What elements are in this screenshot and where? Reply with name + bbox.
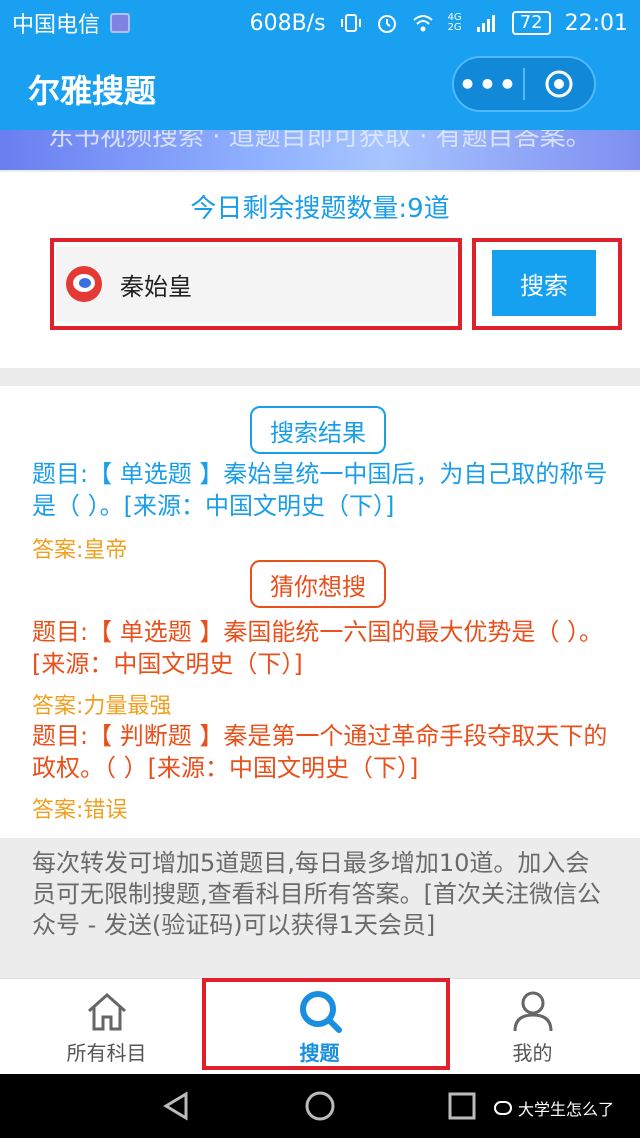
search-button[interactable]: 搜索 <box>492 250 596 316</box>
tab-label: 所有科目 <box>66 1041 147 1065</box>
carrier-label: 中国电信 <box>12 13 101 38</box>
signal-icon <box>476 15 495 32</box>
tab-search-highlight <box>202 978 450 1070</box>
tab-label: 我的 <box>512 1041 553 1065</box>
home-icon <box>87 992 126 1031</box>
remaining-count: 今日剩余搜题数量:9道 <box>190 194 450 224</box>
vibrate-icon <box>340 14 361 32</box>
status-bar: 中国电信 608B/s 4G 2G 72 22:01 <box>0 0 640 46</box>
alarm-icon <box>377 15 396 33</box>
user-icon <box>513 991 552 1032</box>
share-info-text: 每次转发可增加5道题目,每日最多增加10道。加入会员可无限制搜题,查看科目所有答… <box>32 849 601 939</box>
more-button[interactable]: ••• <box>454 68 523 101</box>
result-question[interactable]: 题目:【 单选题 】秦始皇统一中国后，为自己取的称号是（ ）。[来源：中国文明史… <box>32 458 612 522</box>
app-title: 尔雅搜题 <box>28 72 157 110</box>
clock: 22:01 <box>564 10 628 36</box>
watermark: 大学生怎么了 <box>494 1096 614 1120</box>
search-results-label: 搜索结果 <box>250 406 386 454</box>
battery-level: 72 <box>511 11 551 35</box>
suggestion-answer: 答案:力量最强 <box>32 694 172 719</box>
suggestion-answer: 答案:错误 <box>32 798 128 823</box>
nav-bar: 尔雅搜题 ••• <box>0 46 640 130</box>
back-icon[interactable] <box>160 1090 192 1122</box>
suggestion-question[interactable]: 题目:【 判断题 】秦是第一个通过革命手段夺取天下的政权。（ ）[来源：中国文明… <box>32 720 612 784</box>
suggest-label: 猜你想搜 <box>250 560 386 608</box>
banner-text: 东书视频搜索 · 道题目即可获取 · 有题目答案。 <box>48 130 592 152</box>
tab-mine[interactable]: 我的 <box>426 979 639 1075</box>
suggestion-question[interactable]: 题目:【 单选题 】秦国能统一六国的最大优势是（ ）。[来源：中国文明史（下）] <box>32 616 612 680</box>
tab-all-subjects[interactable]: 所有科目 <box>0 979 213 1075</box>
banner[interactable]: 东书视频搜索 · 道题目即可获取 · 有题目答案。 <box>0 130 640 170</box>
target-icon <box>545 70 573 98</box>
network-speed: 608B/s <box>249 10 326 36</box>
close-miniprogram-button[interactable] <box>525 68 594 100</box>
home-nav-icon[interactable] <box>304 1090 336 1122</box>
result-answer: 答案:皇帝 <box>32 538 128 563</box>
recents-icon[interactable] <box>446 1090 478 1122</box>
sim-icon <box>110 13 131 33</box>
net-2g-label: 2G <box>447 22 462 33</box>
capsule-menu: ••• <box>452 56 596 112</box>
search-input[interactable] <box>118 269 418 299</box>
results-panel: 搜索结果 题目:【 单选题 】秦始皇统一中国后，为自己取的称号是（ ）。[来源：… <box>0 386 640 838</box>
wechat-icon <box>494 1101 512 1115</box>
watermark-text: 大学生怎么了 <box>518 1100 615 1119</box>
wifi-icon <box>412 15 433 32</box>
search-field[interactable] <box>56 246 456 322</box>
search-panel: 今日剩余搜题数量:9道 搜索 <box>0 172 640 368</box>
app-logo-icon <box>66 266 102 302</box>
network-type: 4G 2G <box>448 13 462 33</box>
